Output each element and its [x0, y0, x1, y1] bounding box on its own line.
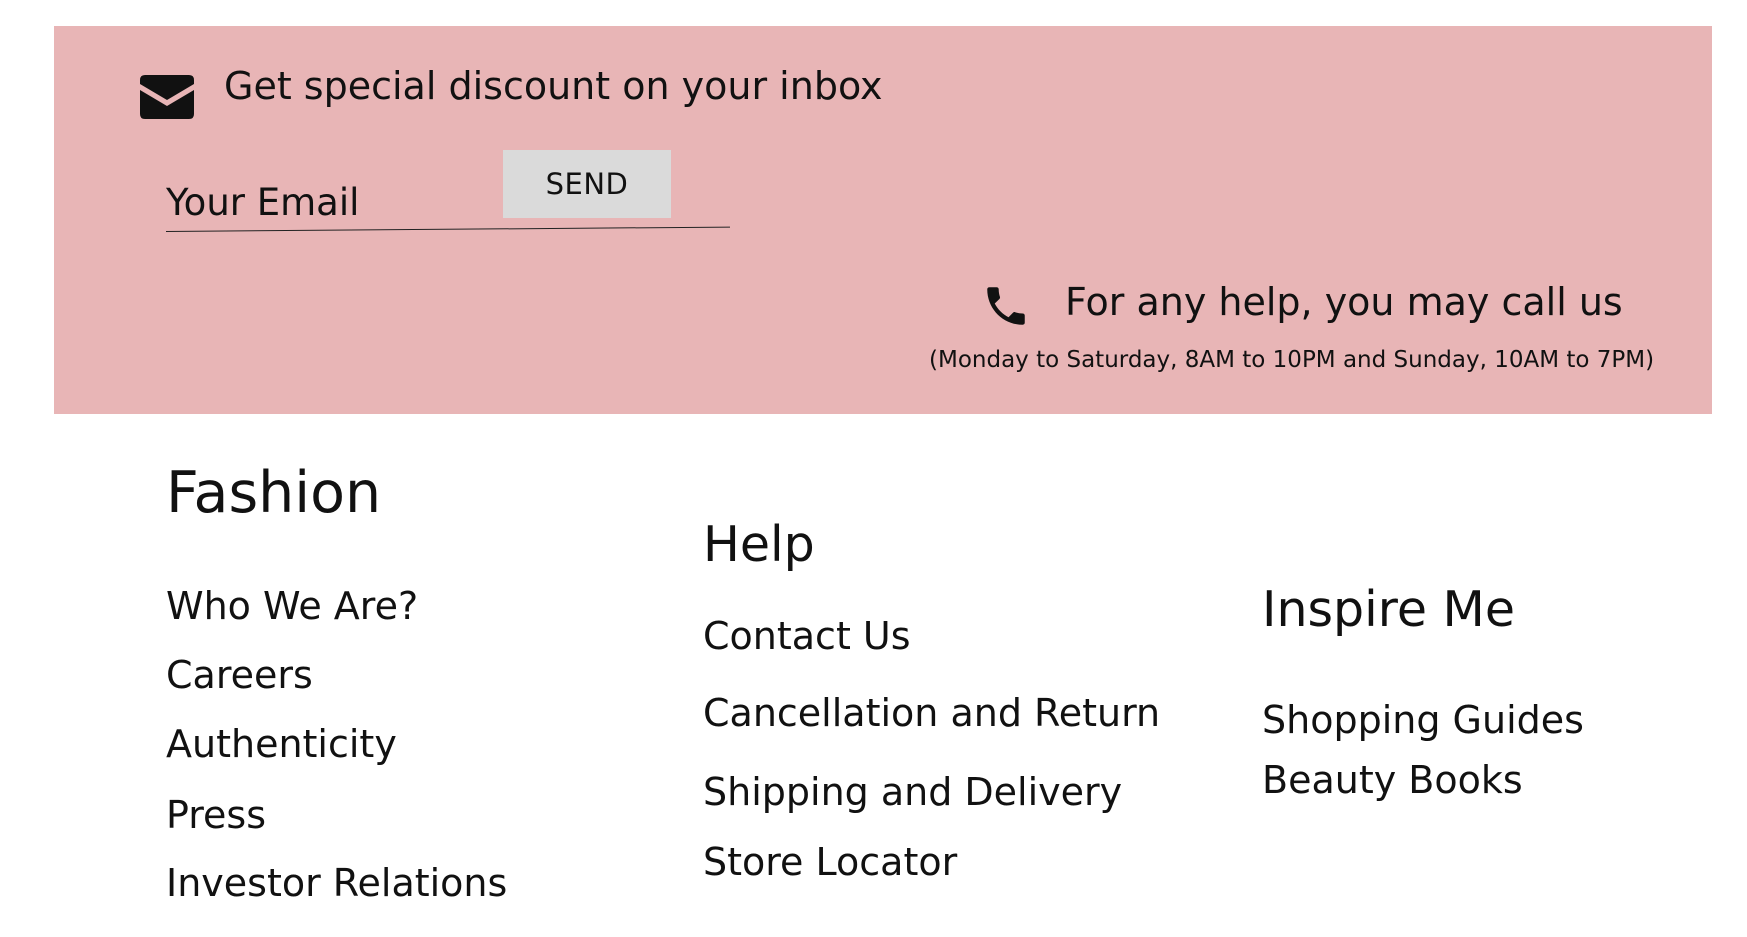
- footer-link-shipping-and-delivery[interactable]: Shipping and Delivery: [703, 768, 1122, 816]
- footer-link-shopping-guides[interactable]: Shopping Guides: [1262, 696, 1584, 744]
- footer-link-contact-us[interactable]: Contact Us: [703, 612, 911, 660]
- inspire-column-heading: Inspire Me: [1262, 581, 1515, 638]
- mail-icon: [140, 75, 194, 119]
- support-title: For any help, you may call us: [1065, 280, 1623, 324]
- newsletter-title: Get special discount on your inbox: [224, 64, 883, 108]
- support-hours: (Monday to Saturday, 8AM to 10PM and Sun…: [929, 347, 1655, 373]
- footer-link-who-we-are[interactable]: Who We Are?: [166, 582, 418, 630]
- newsletter-banner: Get special discount on your inbox SEND …: [54, 26, 1712, 414]
- footer-link-cancellation-and-return[interactable]: Cancellation and Return: [703, 689, 1160, 737]
- footer-link-authenticity[interactable]: Authenticity: [166, 720, 397, 768]
- brand-column-heading: Fashion: [166, 460, 382, 526]
- help-column-heading: Help: [703, 516, 815, 573]
- footer-link-careers[interactable]: Careers: [166, 651, 313, 699]
- footer-link-beauty-books[interactable]: Beauty Books: [1262, 756, 1523, 804]
- email-field[interactable]: [166, 172, 466, 232]
- footer-link-store-locator[interactable]: Store Locator: [703, 838, 957, 886]
- footer-link-press[interactable]: Press: [166, 791, 266, 839]
- footer-page: Get special discount on your inbox SEND …: [0, 0, 1747, 937]
- footer-link-investor-relations[interactable]: Investor Relations: [166, 859, 507, 907]
- phone-icon: [987, 287, 1025, 325]
- send-button[interactable]: SEND: [503, 150, 671, 218]
